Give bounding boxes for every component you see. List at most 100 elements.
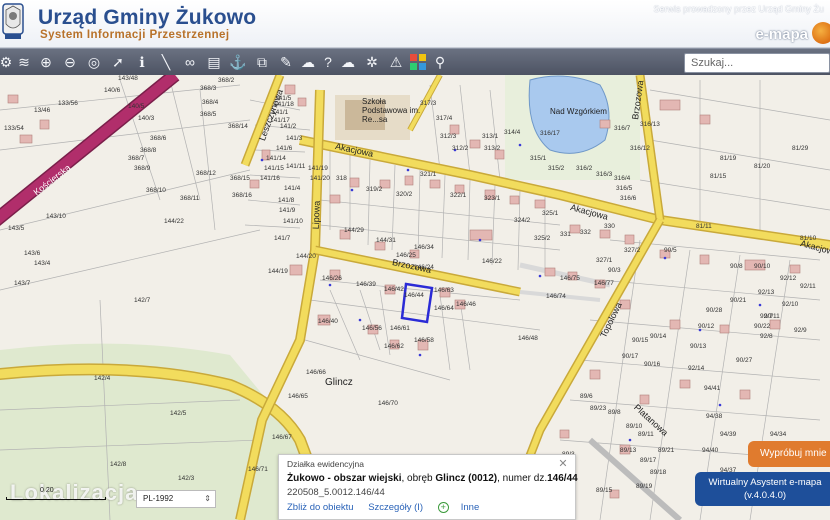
parcel-number-label: 92/8 <box>760 333 773 340</box>
parcel-number-label: 315/1 <box>530 155 547 162</box>
parcel-number-label: 330 <box>604 223 615 230</box>
print-icon[interactable]: ▤ <box>204 52 224 72</box>
app-subtitle: System Informacji Przestrzennej <box>40 29 230 41</box>
parcel-number-label: 368/6 <box>150 135 167 142</box>
search-input[interactable] <box>684 53 830 73</box>
parcel-number-label: 316/5 <box>616 185 633 192</box>
header-bar: Urząd Gminy Żukowo System Informacji Prz… <box>0 0 830 48</box>
pointer-icon[interactable]: ➚ <box>108 52 128 72</box>
full-extent-icon[interactable]: ◎ <box>84 52 104 72</box>
popup-obreb-prefix: , obręb <box>401 473 433 484</box>
parcel-number-label: 92/13 <box>758 289 775 296</box>
crs-value: PL-1992 <box>143 494 174 503</box>
info-icon[interactable]: ℹ <box>132 52 152 72</box>
parcel-number-label: 322/1 <box>450 192 467 199</box>
parcel-number-label: 368/11 <box>180 195 200 202</box>
parcel-number-label: 142/8 <box>110 461 127 468</box>
parcel-number-label: 368/7 <box>128 155 145 162</box>
parcel-number-label: 146/77 <box>594 280 614 287</box>
parcel-number-label: 142/5 <box>170 410 187 417</box>
parcel-number-label: 368/2 <box>218 77 235 84</box>
parcel-number-label: 13/46 <box>34 107 51 114</box>
parcel-number-label: 146/63 <box>434 287 454 294</box>
parcel-number-label: 90/12 <box>698 323 715 330</box>
parcel-number-label: 89/8 <box>608 409 621 416</box>
link-icon[interactable]: ∞ <box>180 52 200 72</box>
app-window: Urząd Gminy Żukowo System Informacji Prz… <box>0 0 830 520</box>
parcel-number-label: 140/5 <box>128 103 145 110</box>
anchor-icon[interactable]: ⚓ <box>228 52 248 72</box>
parcel-number-label: 324/2 <box>514 217 531 224</box>
help-icon[interactable]: ? <box>318 52 338 72</box>
parcel-number-label: 146/71 <box>248 466 268 473</box>
parcel-number-label: 141/14 <box>266 155 286 162</box>
parcel-number-label: 318 <box>336 175 347 182</box>
parcel-number-label: 90/8 <box>730 263 743 270</box>
parcel-number-label: 133/54 <box>4 125 24 132</box>
parcel-number-label: 146/75 <box>560 275 580 282</box>
scale-text: 0 20 <box>40 487 54 494</box>
cloud-icon[interactable]: ☁ <box>338 52 358 72</box>
parcel-number-label: 323/1 <box>484 195 501 202</box>
service-note: Serwis prowadzony przez Urząd Gminy Żu <box>653 4 824 14</box>
export-icon[interactable]: ⧉ <box>252 52 272 72</box>
parcel-number-label: 141/9 <box>279 207 296 214</box>
zoom-in-icon[interactable]: ⊕ <box>36 52 56 72</box>
parcel-number-label: 142/4 <box>94 375 111 382</box>
parcel-number-label: 141/20 <box>310 175 330 182</box>
parcel-number-label: 320/2 <box>396 191 413 198</box>
parcel-number-label: 146/70 <box>378 400 398 407</box>
close-icon[interactable]: ✕ <box>557 458 569 470</box>
zoom-out-icon[interactable]: ⊖ <box>60 52 80 72</box>
parcel-number-label: 331 <box>560 231 571 238</box>
parcel-number-label: 94/40 <box>702 447 719 454</box>
parcel-number-label: 141/18 <box>274 101 294 108</box>
parcel-number-label: 90/22 <box>754 323 771 330</box>
emapa-logo[interactable]: e-mapa <box>755 26 808 43</box>
parcel-number-label: 146/64 <box>434 305 454 312</box>
parcel-number-label: 368/8 <box>140 147 157 154</box>
parcel-number-label: 146/44 <box>404 292 424 299</box>
measure-icon[interactable]: ╲ <box>156 52 176 72</box>
parcel-number-label: 317/3 <box>420 100 437 107</box>
parcel-number-label: 313/2 <box>484 145 501 152</box>
warning-icon[interactable]: ⚠ <box>386 52 406 72</box>
parcel-number-label: 89/19 <box>636 483 653 490</box>
popup-parcel-number: 146/44 <box>547 473 578 484</box>
virtual-assistant-button[interactable]: Wirtualny Asystent e-mapa (v.4.0.4.0) <box>695 472 830 506</box>
parcel-number-label: 143/7 <box>14 280 31 287</box>
parcel-number-label: 312/2 <box>452 145 469 152</box>
plus-icon[interactable]: + <box>437 502 449 513</box>
parcel-number-label: 90/28 <box>706 307 723 314</box>
parcel-number-label: 141/4 <box>284 185 301 192</box>
parcel-number-label: 146/61 <box>390 325 410 332</box>
parcel-number-label: 89/18 <box>650 469 667 476</box>
draw-icon[interactable]: ✎ <box>276 52 296 72</box>
grid-icon[interactable] <box>408 52 428 72</box>
settings-icon[interactable]: ✲ <box>362 52 382 72</box>
parcel-number-label: 332 <box>580 229 591 236</box>
parcel-number-label: 368/10 <box>146 187 166 194</box>
stack-icon[interactable]: ≋ <box>14 52 34 72</box>
municipal-crest-icon <box>2 3 24 39</box>
emapa-logo-icon <box>812 22 830 44</box>
parcel-number-label: 146/22 <box>482 258 502 265</box>
parcel-number-label: 327/2 <box>624 247 641 254</box>
street-label: Lipowa <box>310 200 322 230</box>
crs-select[interactable]: PL-1992 ⇕ <box>136 490 216 508</box>
comment-icon[interactable]: ☁ <box>298 52 318 72</box>
parcel-number-label: 146/62 <box>384 343 404 350</box>
parcel-number-label: 316/13 <box>640 121 660 128</box>
pin-search-icon[interactable]: ⚲ <box>430 52 450 72</box>
details-link[interactable]: Szczegóły (I) <box>368 502 423 513</box>
parcel-number-label: 146/66 <box>306 369 326 376</box>
zoom-to-object-link[interactable]: Zbliż do obiektu <box>287 502 354 513</box>
other-link[interactable]: Inne <box>461 502 480 513</box>
try-me-button[interactable]: Wypróbuj mnie <box>748 441 830 467</box>
parcel-number-label: 141/10 <box>283 218 303 225</box>
parcel-number-label: 146/65 <box>288 393 308 400</box>
popup-obreb: Glincz (0012) <box>435 473 498 484</box>
parcel-number-label: 89/21 <box>658 447 675 454</box>
parcel-number-label: 90/10 <box>754 263 771 270</box>
parcel-number-label: 146/42 <box>384 286 404 293</box>
